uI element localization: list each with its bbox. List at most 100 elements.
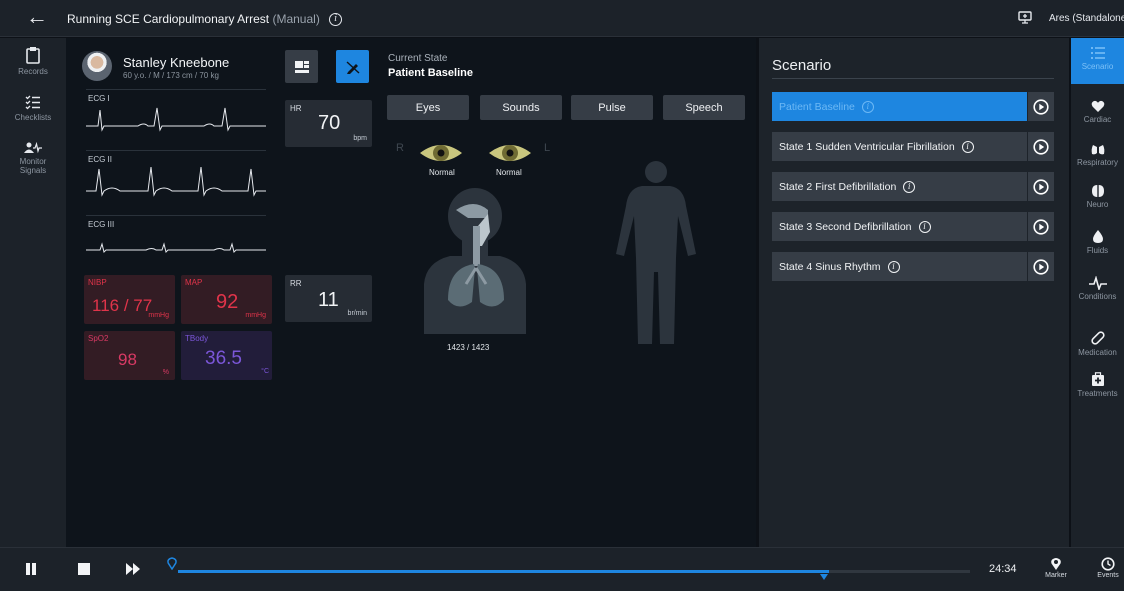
scenario-state-label: State 4 Sinus Rhythm: [779, 260, 881, 273]
spo2-unit: %: [162, 369, 169, 376]
patient-details: 60 y.o. / M / 173 cm / 70 kg: [123, 71, 219, 80]
nav-fluids[interactable]: Fluids: [1071, 229, 1124, 255]
left-eye-icon[interactable]: [487, 141, 533, 165]
tab-pulse[interactable]: Pulse: [571, 95, 653, 120]
nav-monitor-signals[interactable]: Monitor Signals: [0, 142, 66, 175]
nav-label-treatments: Treatments: [1077, 389, 1118, 398]
ecg-waveform: [86, 107, 266, 132]
instance-label[interactable]: Ares (Standalone): [1049, 13, 1124, 24]
scenario-state-1[interactable]: State 1 Sudden Ventricular Fibrillation …: [772, 132, 1027, 161]
timeline-progress: [178, 570, 830, 573]
list-icon: [1090, 47, 1105, 59]
nav-conditions[interactable]: Conditions: [1071, 276, 1124, 301]
running-label: Running SCE: [67, 12, 140, 26]
state-info-icon[interactable]: i: [903, 180, 916, 193]
state-info-icon[interactable]: i: [861, 100, 874, 113]
scenario-state-baseline[interactable]: Patient Baseline i: [772, 92, 1027, 121]
back-arrow-icon[interactable]: ←: [26, 6, 48, 28]
stop-icon[interactable]: [77, 562, 91, 576]
rr-label: RR: [290, 279, 302, 288]
map-value: 92: [216, 291, 239, 313]
scenario-name: Cardiopulmonary Arrest: [143, 12, 270, 26]
scenario-state-2[interactable]: State 2 First Defibrillation i: [772, 172, 1027, 201]
marker-button[interactable]: Marker: [1039, 557, 1073, 580]
timeline-track[interactable]: [178, 570, 970, 573]
elapsed-time: 24:34: [989, 563, 1017, 575]
lungs-icon: [1091, 142, 1104, 155]
right-eye-state: Normal: [429, 168, 455, 177]
nav-records[interactable]: Records: [0, 46, 66, 76]
play-state-2-button[interactable]: [1028, 172, 1054, 201]
play-state-1-button[interactable]: [1028, 132, 1054, 161]
nav-label-cardiac: Cardiac: [1083, 115, 1112, 124]
top-bar: ← Running SCE Cardiopulmonary Arrest (Ma…: [0, 0, 1124, 37]
timeline-playhead[interactable]: [820, 574, 828, 580]
edit-state-button[interactable]: [336, 50, 369, 83]
eye-right-side-label: R: [396, 142, 404, 154]
ecg-lead-3: ECG III: [86, 215, 266, 267]
fast-forward-icon[interactable]: [125, 562, 141, 576]
nav-label-respiratory: Respiratory: [1077, 158, 1118, 167]
hr-tile[interactable]: HR 70 bpm: [285, 100, 372, 147]
drop-icon: [1092, 230, 1103, 243]
rr-tile[interactable]: RR 11 br/min: [285, 275, 372, 322]
scenario-info-icon[interactable]: i: [329, 13, 343, 27]
nav-respiratory[interactable]: Respiratory: [1071, 141, 1124, 167]
pause-icon[interactable]: [25, 562, 37, 576]
right-eye-icon[interactable]: [418, 141, 464, 165]
scenario-state-3[interactable]: State 3 Second Defibrillation i: [772, 212, 1027, 241]
scenario-panel-title: Scenario: [772, 57, 832, 74]
scenario-state-label: Patient Baseline: [779, 100, 855, 113]
nav-checklists[interactable]: Checklists: [0, 94, 66, 122]
checklist-icon: [25, 95, 40, 110]
spo2-label: SpO2: [88, 334, 109, 343]
mode-label: (Manual): [272, 12, 320, 26]
patient-name: Stanley Kneebone: [123, 55, 230, 70]
layout-toggle-button[interactable]: [285, 50, 318, 83]
map-tile[interactable]: MAP 92 mmHg: [181, 275, 272, 324]
state-info-icon[interactable]: i: [887, 260, 900, 273]
scenario-state-4[interactable]: State 4 Sinus Rhythm i: [772, 252, 1027, 281]
spo2-tile[interactable]: SpO2 98 %: [84, 331, 175, 380]
nav-treatments[interactable]: Treatments: [1071, 372, 1124, 398]
nav-label-monitor-signals: Monitor Signals: [19, 157, 47, 175]
scenario-state-label: State 2 First Defibrillation: [779, 180, 897, 193]
respiration-count: 1423 / 1423: [447, 343, 490, 352]
nav-label-scenario: Scenario: [1081, 62, 1114, 71]
nav-neuro[interactable]: Neuro: [1071, 184, 1124, 209]
body-silhouette[interactable]: [612, 158, 700, 344]
play-state-3-button[interactable]: [1028, 212, 1054, 241]
ecg-waveform: [86, 242, 266, 253]
nav-medication[interactable]: Medication: [1071, 330, 1124, 357]
events-label: Events: [1097, 572, 1119, 579]
ecg-waveform: [86, 166, 266, 197]
nibp-label: NIBP: [88, 278, 107, 287]
state-info-icon[interactable]: i: [961, 140, 974, 153]
screen-share-icon[interactable]: [1018, 11, 1032, 24]
nav-cardiac[interactable]: Cardiac: [1071, 100, 1124, 124]
location-pin-icon: [1051, 558, 1061, 570]
nav-label-checklists: Checklists: [14, 113, 52, 122]
tab-sounds[interactable]: Sounds: [480, 95, 562, 120]
nibp-tile[interactable]: NIBP 116 / 77 mmHg: [84, 275, 175, 324]
tab-speech[interactable]: Speech: [663, 95, 745, 120]
nav-scenario[interactable]: Scenario: [1071, 38, 1124, 84]
patient-avatar: [82, 51, 112, 81]
play-state-baseline-button[interactable]: [1028, 92, 1054, 121]
respiratory-torso-figure: [424, 188, 526, 334]
current-state-value: Patient Baseline: [388, 67, 473, 79]
play-state-4-button[interactable]: [1028, 252, 1054, 281]
nibp-unit: mmHg: [148, 312, 169, 319]
scenario-state-label: State 3 Second Defibrillation: [779, 220, 912, 233]
nav-label-conditions: Conditions: [1078, 292, 1117, 301]
tbody-tile[interactable]: TBody 36.5 °C: [181, 331, 272, 380]
tbody-value: 36.5: [205, 348, 242, 369]
left-nav: Records Checklists Monitor Signals: [0, 38, 66, 547]
ecg-lead-2: ECG II: [86, 150, 266, 202]
play-circle-icon: [1033, 178, 1049, 195]
events-button[interactable]: Events: [1091, 557, 1124, 580]
hr-value: 70: [318, 112, 341, 134]
start-marker-pin-icon[interactable]: [167, 557, 177, 570]
tab-eyes[interactable]: Eyes: [387, 95, 469, 120]
state-info-icon[interactable]: i: [918, 220, 931, 233]
